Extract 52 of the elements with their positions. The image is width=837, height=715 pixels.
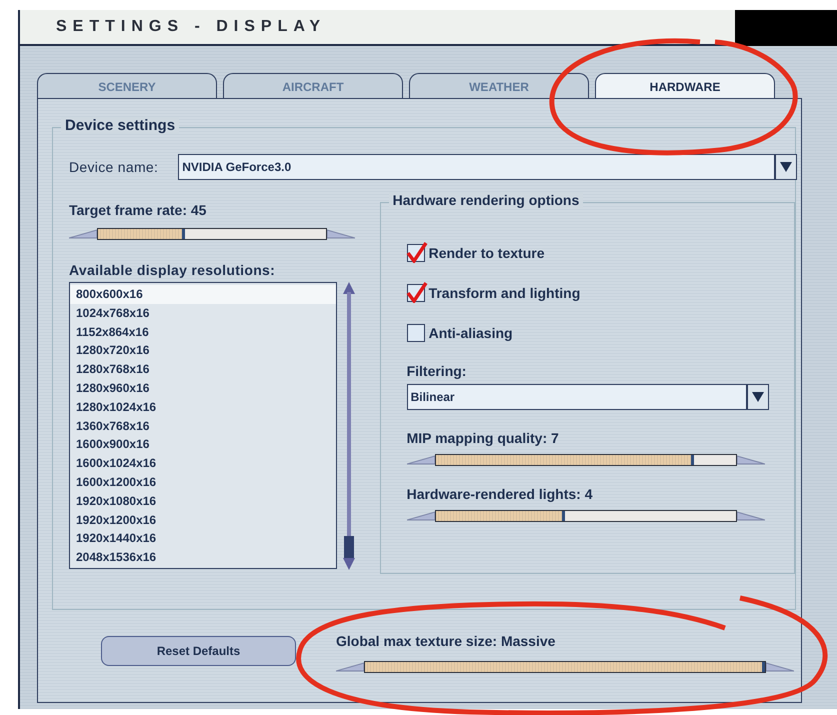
field-label: Filtering:: [406, 363, 468, 379]
list-item[interactable]: 1920x1080x16: [70, 492, 336, 511]
filtering-dropdown[interactable]: Bilinear: [406, 384, 769, 410]
checkbox-label: Render to texture: [428, 245, 544, 261]
list-item[interactable]: 1280x1024x16: [70, 398, 336, 417]
checkbox[interactable]: [406, 324, 425, 342]
slider-right-arrow-icon: [736, 454, 765, 466]
slider-thumb[interactable]: [562, 511, 565, 521]
slider-right-arrow-icon: [736, 510, 765, 522]
slider-left-arrow-icon: [406, 454, 435, 466]
dropdown-arrow-icon: [780, 162, 792, 172]
checkbox-label: Transform and lighting: [428, 285, 580, 301]
dropdown-value: NVIDIA GeForce3.0: [181, 160, 292, 174]
slider-left-arrow-icon: [406, 510, 435, 522]
resolution-list[interactable]: 800x600x16 1024x768x16 1152x864x16 1280x720x16 1280x768x16 1280x960x16 1280x1024x16 1360x768x16 1600x900x16 1600x1024x16 1600x1200x16 1920x1080x16 1920x1200x16 1920x1440x16 2048x1536x16: [69, 282, 337, 569]
window-title: SETTINGS - DISPLAY: [18, 10, 735, 46]
list-item[interactable]: 1280x768x16: [70, 360, 336, 379]
group-title: Hardware rendering options: [388, 192, 584, 208]
list-item[interactable]: 1920x1200x16: [70, 510, 336, 530]
list-item[interactable]: 1024x768x16: [70, 304, 336, 323]
list-item[interactable]: 2048x1536x16: [70, 548, 336, 567]
slider-label: Hardware-rendered lights: 4: [406, 486, 594, 502]
slider-right-arrow-icon: [766, 661, 794, 673]
slider-label: MIP mapping quality: 7: [406, 430, 560, 446]
list-item[interactable]: 800x600x16: [70, 285, 336, 304]
list-item[interactable]: 1280x720x16: [70, 341, 336, 360]
group-title: Device settings: [61, 117, 180, 134]
checkbox-label: Anti-aliasing: [428, 325, 513, 341]
list-item[interactable]: 1280x960x16: [70, 378, 336, 398]
dropdown-arrow-icon: [752, 392, 764, 402]
checkbox[interactable]: [406, 284, 425, 302]
slider-thumb[interactable]: [690, 455, 694, 465]
slider-thumb[interactable]: [762, 662, 765, 672]
field-label: Device name:: [69, 159, 158, 175]
slider-left-arrow-icon: [336, 661, 364, 673]
list-item[interactable]: 1600x1024x16: [70, 454, 336, 473]
reset-button[interactable]: Reset Defaults: [101, 636, 296, 666]
list-label: Available display resolutions:: [69, 262, 276, 278]
slider-right-arrow-icon: [327, 228, 355, 240]
list-item[interactable]: 1920x1440x16: [70, 529, 336, 548]
slider-left-arrow-icon: [69, 228, 97, 240]
list-item[interactable]: 1600x1200x16: [70, 472, 336, 492]
slider-thumb[interactable]: [182, 229, 185, 239]
list-item[interactable]: 1152x864x16: [70, 322, 336, 342]
tab[interactable]: HARDWARE: [595, 73, 775, 98]
device-dropdown[interactable]: NVIDIA GeForce3.0: [178, 154, 797, 180]
list-item[interactable]: 1360x768x16: [70, 416, 336, 436]
dropdown-value: Bilinear: [410, 390, 456, 404]
checkbox[interactable]: [406, 244, 425, 262]
slider-label: Global max texture size: Massive: [336, 633, 556, 649]
slider-label: Target frame rate: 45: [69, 202, 208, 218]
list-item[interactable]: 1600x900x16: [70, 435, 336, 454]
